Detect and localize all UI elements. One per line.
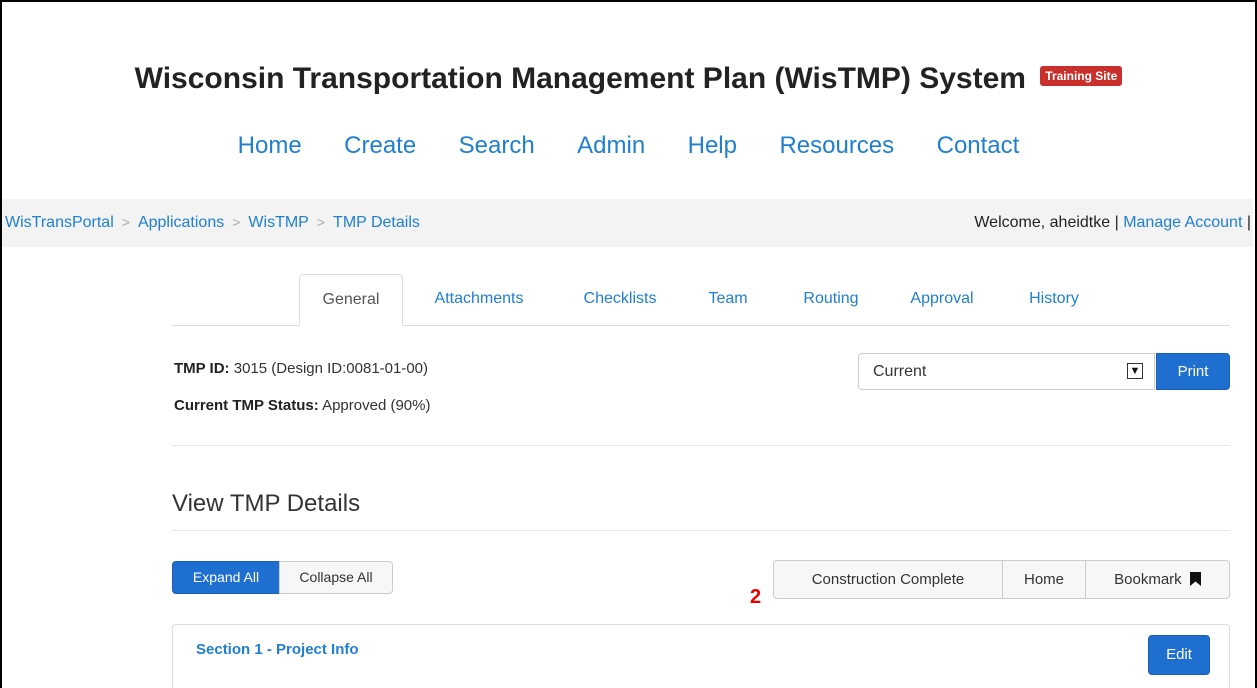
- construction-complete-button[interactable]: Construction Complete: [773, 560, 1003, 599]
- training-site-badge: Training Site: [1040, 66, 1123, 87]
- breadcrumb-wistmp[interactable]: WisTMP: [248, 214, 308, 231]
- breadcrumb: WisTransPortal > Applications > WisTMP > TMP D…: [5, 214, 420, 232]
- section-1-title[interactable]: Section 1 - Project Info: [196, 641, 359, 658]
- tab-bar: General Attachments Checklists Team Rout…: [172, 274, 1230, 326]
- version-select[interactable]: Current ▼: [858, 353, 1155, 390]
- nav-admin[interactable]: Admin: [577, 132, 645, 160]
- print-button[interactable]: Print: [1156, 353, 1230, 390]
- version-select-value: Current: [873, 363, 927, 380]
- breadcrumb-applications[interactable]: Applications: [138, 214, 224, 231]
- breadcrumb-wistransportal[interactable]: WisTransPortal: [5, 214, 114, 231]
- chevron-down-icon: ▼: [1127, 363, 1143, 379]
- tmp-status-value: Approved (90%): [322, 397, 431, 414]
- breadcrumb-bar: WisTransPortal > Applications > WisTMP > TMP D…: [2, 199, 1253, 247]
- section-heading: View TMP Details: [172, 490, 361, 517]
- bookmark-label: Bookmark: [1114, 571, 1182, 588]
- tmp-id-line: TMP ID: 3015 (Design ID:0081-01-00): [174, 360, 428, 377]
- bookmark-icon: [1189, 572, 1201, 586]
- expand-all-button[interactable]: Expand All: [172, 561, 280, 594]
- home-button[interactable]: Home: [1002, 560, 1086, 599]
- welcome-text: Welcome, aheidtke |: [974, 214, 1119, 231]
- nav-help[interactable]: Help: [688, 132, 737, 160]
- heading-divider: [172, 530, 1230, 531]
- annotation-number: 2: [750, 586, 762, 608]
- nav-create[interactable]: Create: [344, 132, 416, 160]
- tab-attachments[interactable]: Attachments: [419, 274, 539, 324]
- edit-button[interactable]: Edit: [1148, 635, 1210, 675]
- nav-resources[interactable]: Resources: [779, 132, 894, 160]
- nav-contact[interactable]: Contact: [937, 132, 1020, 160]
- divider: [172, 445, 1230, 446]
- tab-history[interactable]: History: [1014, 274, 1094, 324]
- account-trail: |: [1246, 214, 1251, 231]
- tab-checklists[interactable]: Checklists: [570, 274, 670, 324]
- section-1-panel: Section 1 - Project Info Edit: [172, 624, 1230, 688]
- nav-search[interactable]: Search: [459, 132, 535, 160]
- breadcrumb-separator: >: [121, 214, 130, 230]
- tmp-status-label: Current TMP Status:: [174, 397, 319, 414]
- main-nav: Home Create Search Admin Help Resources …: [0, 132, 1257, 160]
- breadcrumb-separator: >: [232, 214, 241, 230]
- nav-home[interactable]: Home: [238, 132, 302, 160]
- tmp-id-value: 3015 (Design ID:0081-01-00): [233, 360, 429, 377]
- tab-routing[interactable]: Routing: [786, 274, 876, 324]
- collapse-all-button[interactable]: Collapse All: [279, 561, 393, 594]
- title-text: Wisconsin Transportation Management Plan…: [134, 62, 1026, 95]
- breadcrumb-separator: >: [316, 214, 326, 230]
- account-area: Welcome, aheidtke | Manage Account |: [974, 214, 1251, 232]
- tab-approval[interactable]: Approval: [895, 274, 989, 324]
- breadcrumb-tmp-details[interactable]: TMP Details: [333, 214, 420, 231]
- manage-account-link[interactable]: Manage Account: [1123, 214, 1242, 231]
- tab-team[interactable]: Team: [698, 274, 758, 324]
- bookmark-button[interactable]: Bookmark: [1085, 560, 1230, 599]
- tmp-status-line: Current TMP Status: Approved (90%): [174, 397, 430, 414]
- tab-general[interactable]: General: [299, 274, 403, 326]
- page-title: Wisconsin Transportation Management Plan…: [0, 62, 1257, 96]
- tmp-id-label: TMP ID:: [174, 360, 230, 377]
